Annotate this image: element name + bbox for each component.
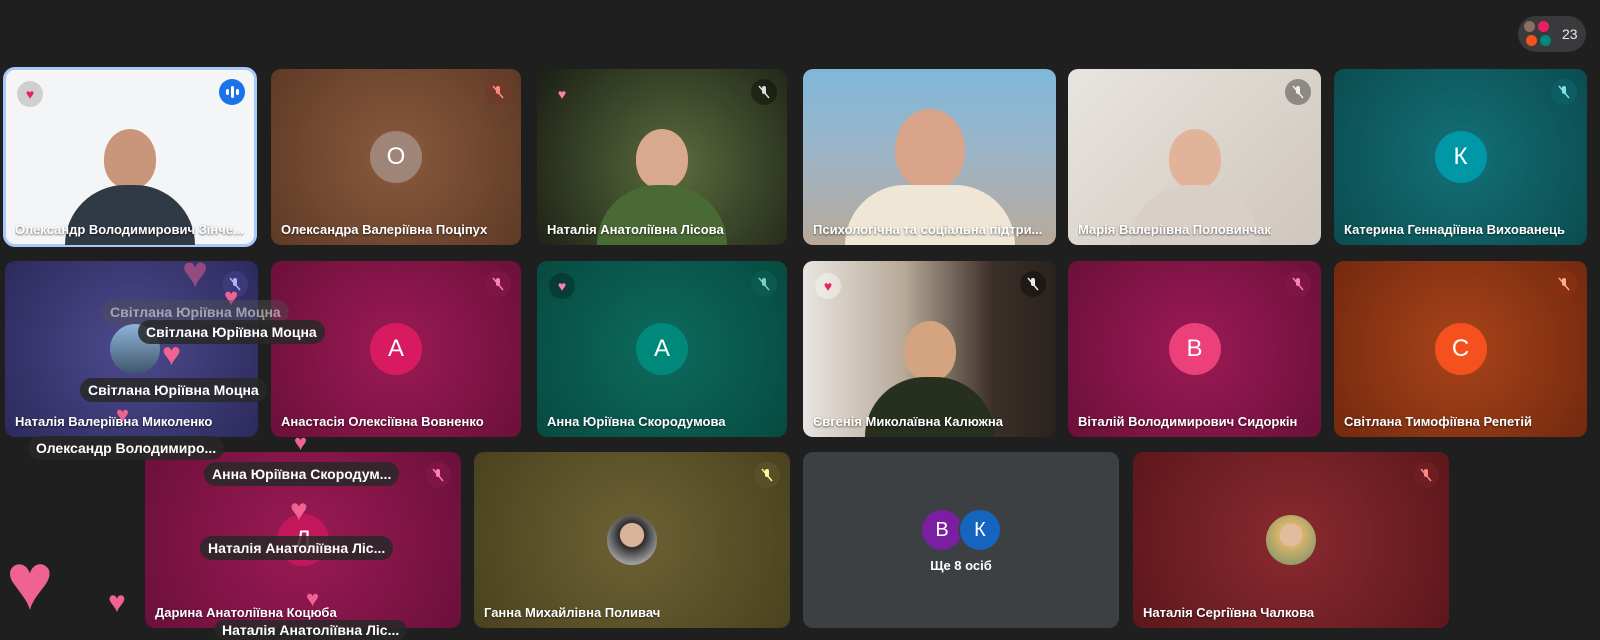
mic-off-icon [754, 462, 780, 488]
participant-name: Олександра Валеріївна Поціпух [281, 222, 488, 237]
heart-icon: ♥ [306, 586, 320, 611]
participant-tile[interactable]: Наталія Валеріївна Миколенко [5, 261, 258, 437]
mic-off-icon [1285, 79, 1311, 105]
participant-name: Віталій Володимирович Сидоркін [1078, 414, 1298, 429]
participant-tile[interactable]: ♥ Олександр Володимирович Зінче... [3, 67, 257, 247]
reaction-sender: Олександр Володимиро... [28, 436, 225, 460]
avatar: А [636, 323, 688, 375]
participant-tile[interactable]: В Віталій Володимирович Сидоркін [1068, 261, 1321, 437]
participant-tile[interactable]: Марія Валеріївна Половинчак [1068, 69, 1321, 245]
mic-off-icon [751, 271, 777, 297]
mic-off-icon [1020, 271, 1046, 297]
participant-name: Ганна Михайлівна Поливач [484, 605, 661, 620]
participant-tile[interactable]: ♥ Євгенія Миколаївна Калюжна [803, 261, 1056, 437]
heart-icon: ♥ [549, 273, 575, 299]
avatar: О [370, 131, 422, 183]
participant-name: Наталія Сергіївна Чалкова [1143, 605, 1315, 620]
heart-icon: ♥ [290, 494, 308, 527]
heart-icon: ♥ [294, 430, 308, 455]
avatar: К [958, 508, 1002, 552]
reaction-sender: Світлана Юріївна Моцна [138, 320, 325, 344]
participant-tile[interactable]: О Олександра Валеріївна Поціпух [271, 69, 521, 245]
participant-name: Наталія Анатоліївна Лісова [547, 222, 724, 237]
participant-name: Олександр Володимирович Зінче... [15, 222, 244, 237]
avatar: С [1434, 323, 1487, 375]
heart-icon: ♥ [815, 273, 841, 299]
avatar: А [370, 323, 422, 375]
mic-off-icon [485, 79, 511, 105]
heart-icon: ♥ [116, 402, 130, 427]
participant-tile[interactable]: ♥ Наталія Анатоліївна Лісова [537, 69, 787, 245]
more-participants-tile[interactable]: В К Ще 8 осіб [803, 452, 1119, 628]
heart-icon: ♥ [182, 248, 209, 297]
participant-name: Наталія Валеріївна Миколенко [15, 414, 213, 429]
participants-avatars [1524, 19, 1554, 49]
participant-tile[interactable]: Наталія Сергіївна Чалкова [1133, 452, 1449, 628]
mic-off-icon [1551, 271, 1577, 297]
mic-off-icon [425, 462, 451, 488]
participant-tile[interactable]: С Світлана Тимофіївна Репетій [1334, 261, 1587, 437]
participant-tile[interactable]: А Анастасія Олексіївна Вовненко [271, 261, 521, 437]
heart-icon: ♥ [17, 81, 43, 107]
more-participants-label: Ще 8 осіб [930, 558, 992, 573]
mic-off-icon [1551, 79, 1577, 105]
mic-off-icon [1413, 462, 1439, 488]
reaction-sender: Анна Юріївна Скородум... [204, 462, 400, 486]
mic-off-icon [485, 271, 511, 297]
more-avatars: В К [920, 508, 1002, 552]
participant-tile[interactable]: Ганна Михайлівна Поливач [474, 452, 790, 628]
participants-count: 23 [1562, 26, 1578, 42]
heart-icon: ♥ [6, 537, 54, 626]
avatar [1266, 515, 1316, 565]
reaction-sender: Наталія Анатоліївна Ліс... [200, 536, 394, 560]
mic-off-icon [1285, 271, 1311, 297]
avatar [607, 515, 657, 565]
participants-button[interactable]: 23 [1518, 16, 1586, 52]
participant-name: Анастасія Олексіївна Вовненко [281, 414, 484, 429]
heart-icon: ♥ [557, 86, 567, 102]
avatar: В [1168, 323, 1221, 375]
participant-name: Психологічна та соціальна підтри... [813, 222, 1043, 237]
reaction-sender: Світлана Юріївна Моцна [80, 378, 267, 402]
participant-name: Анна Юріївна Скородумова [547, 414, 726, 429]
participant-tile[interactable]: К Катерина Геннадіївна Вихованець [1334, 69, 1587, 245]
participant-name: Катерина Геннадіївна Вихованець [1344, 222, 1565, 237]
audio-level-icon [219, 79, 245, 105]
participant-tile[interactable]: Психологічна та соціальна підтри... [803, 69, 1056, 245]
heart-icon: ♥ [108, 586, 126, 619]
avatar: К [1434, 131, 1487, 183]
participant-name: Євгенія Миколаївна Калюжна [813, 414, 1003, 429]
participant-name: Світлана Тимофіївна Репетій [1344, 414, 1532, 429]
reaction-sender: Наталія Анатоліївна Ліс... [214, 620, 408, 640]
mic-off-icon [751, 79, 777, 105]
participant-name: Марія Валеріївна Половинчак [1078, 222, 1271, 237]
participant-tile[interactable]: ♥ А Анна Юріївна Скородумова [537, 261, 787, 437]
